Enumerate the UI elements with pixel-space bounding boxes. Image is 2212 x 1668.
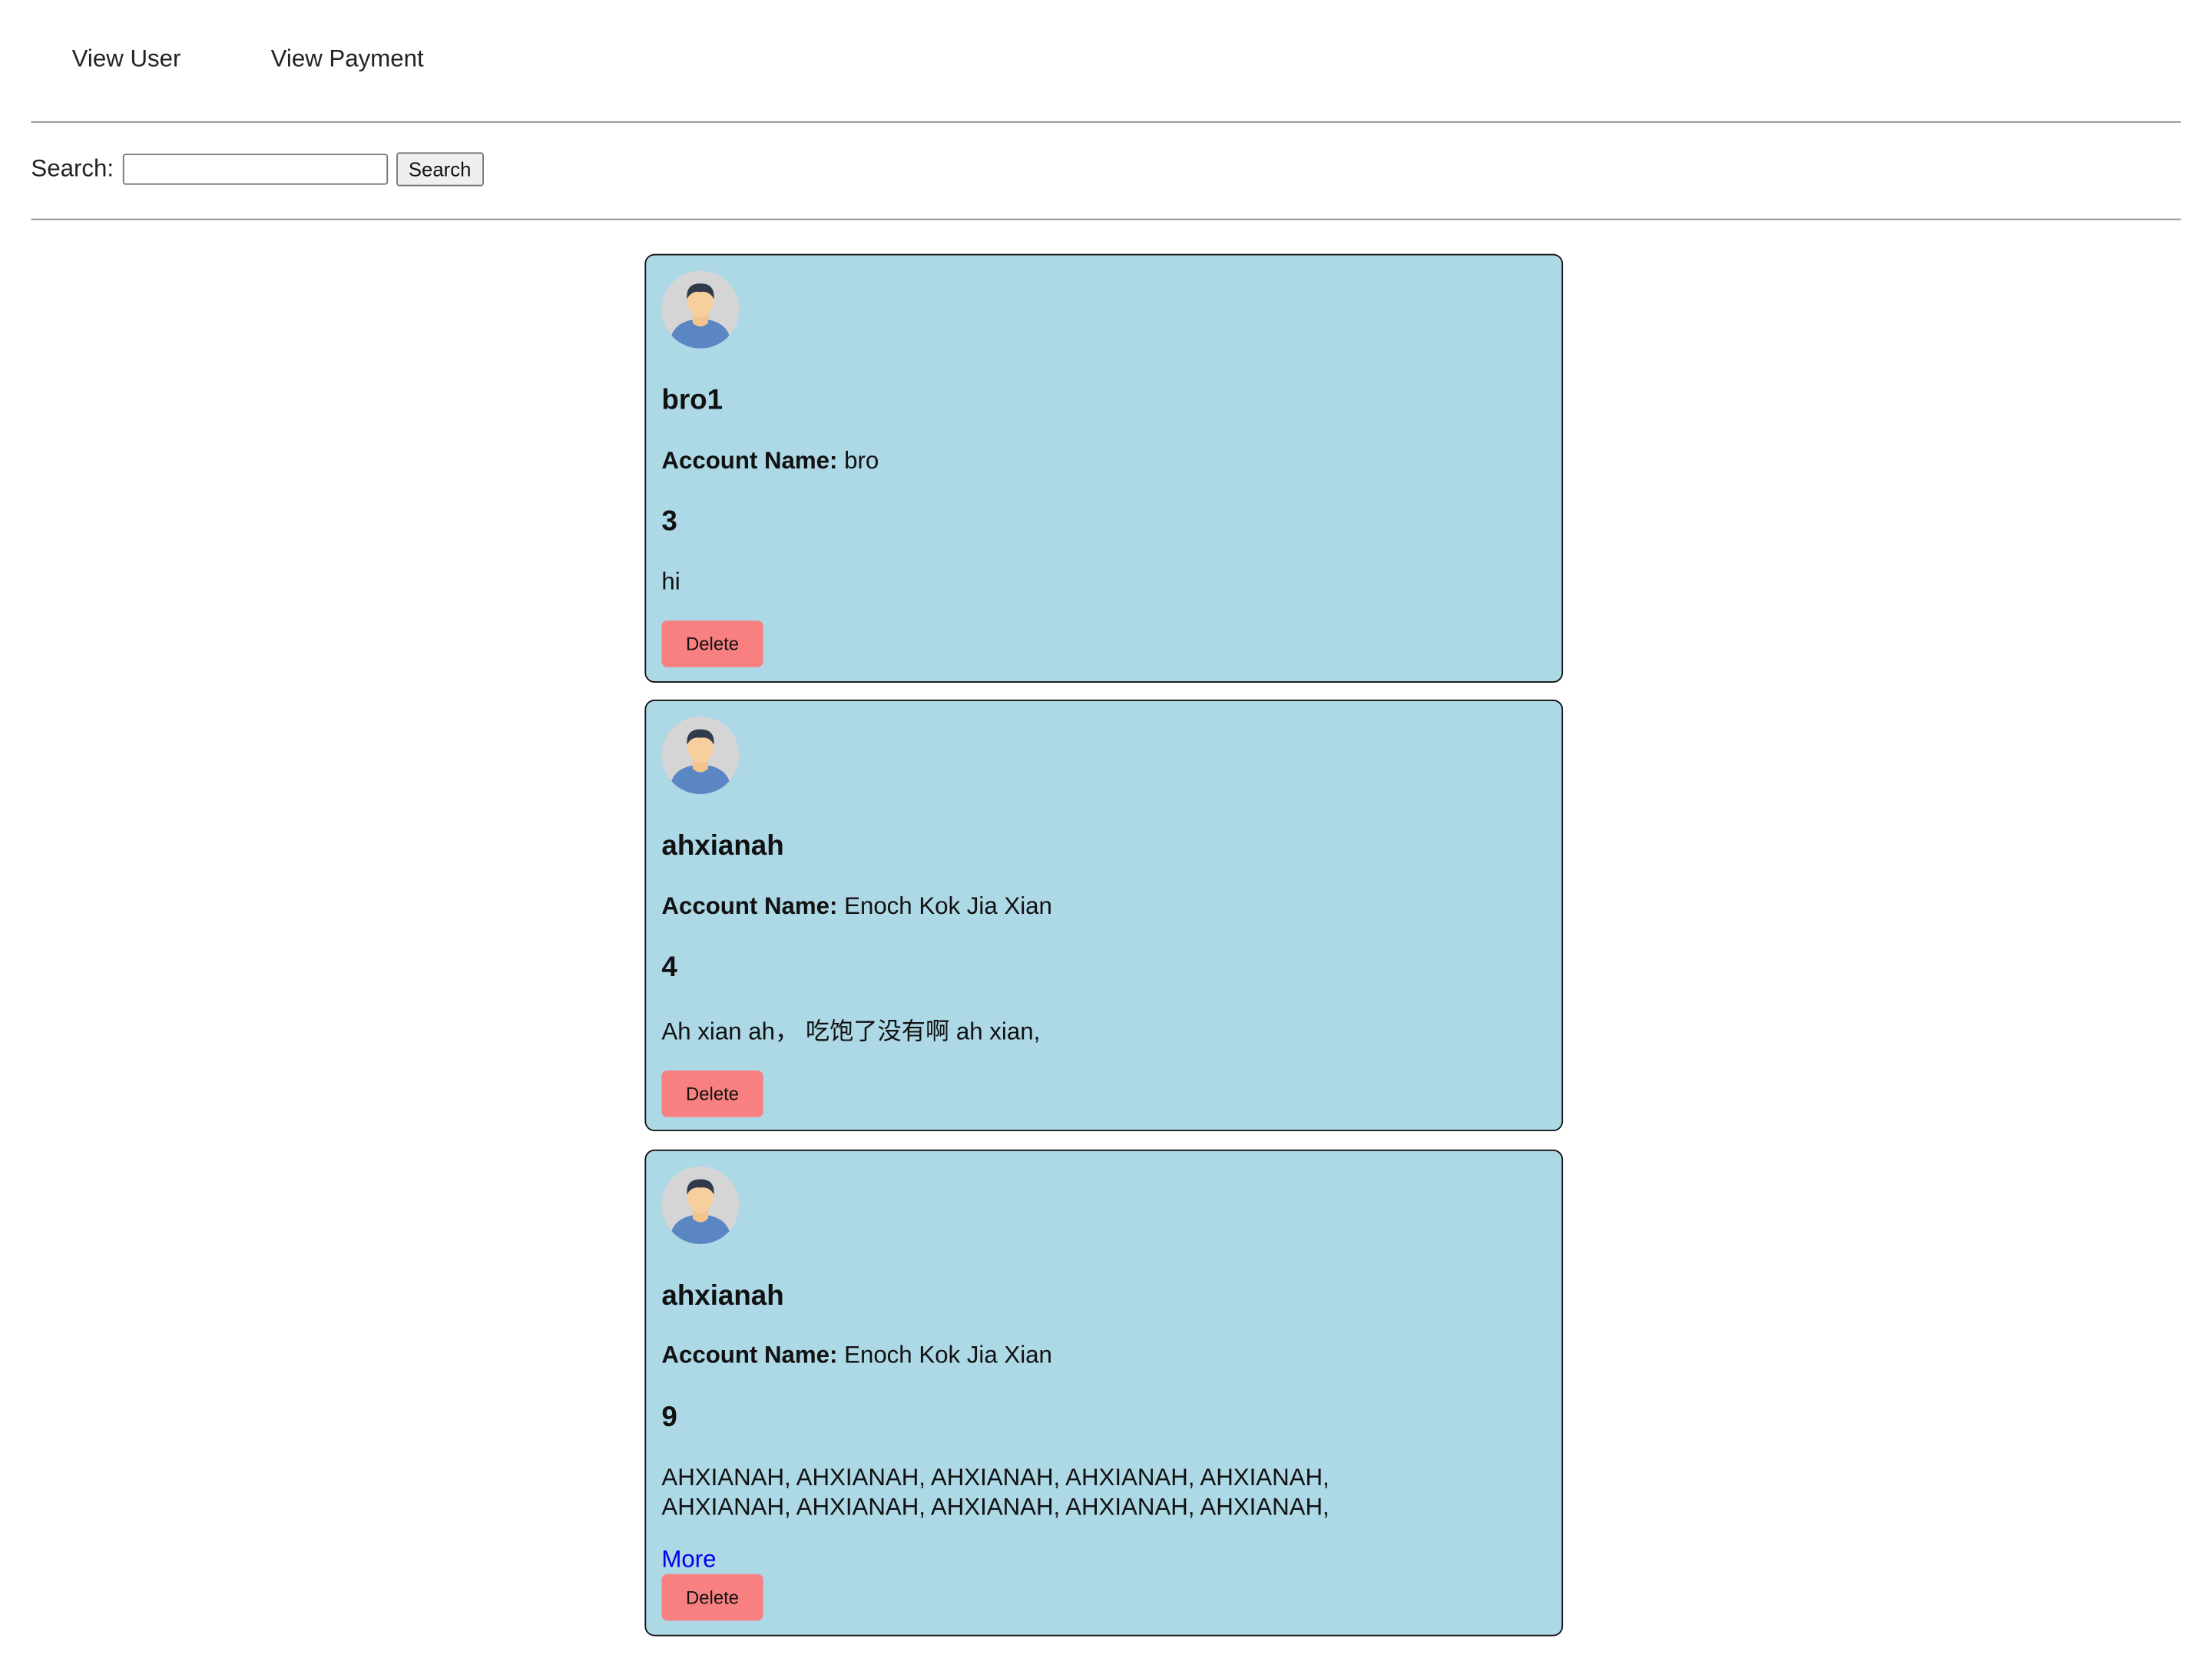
delete-button[interactable]: Delete — [661, 621, 763, 667]
review-card: ahxianah Account Name: Enoch Kok Jia Xia… — [644, 1149, 1564, 1637]
card-username: ahxianah — [661, 830, 784, 862]
card-message: AHXIANAH, AHXIANAH, AHXIANAH, AHXIANAH, … — [661, 1464, 1330, 1521]
search-button[interactable]: Search — [396, 152, 484, 187]
account-name-value: bro — [844, 447, 879, 475]
more-link[interactable]: More — [661, 1546, 716, 1574]
card-number: 3 — [661, 506, 677, 538]
account-name-label: Account Name: — [661, 1341, 838, 1368]
divider-top — [31, 121, 2181, 123]
card-number: 4 — [661, 951, 677, 984]
search-label: Search: — [31, 155, 114, 182]
card-account-name: Account Name: bro — [661, 447, 879, 475]
delete-button[interactable]: Delete — [661, 1071, 763, 1117]
card-username: bro1 — [661, 385, 724, 416]
card-number: 9 — [661, 1402, 677, 1434]
review-card: ahxianah Account Name: Enoch Kok Jia Xia… — [644, 700, 1564, 1132]
view-payment-link[interactable]: View Payment — [271, 45, 424, 74]
card-username: ahxianah — [661, 1280, 784, 1312]
card-account-name: Account Name: Enoch Kok Jia Xian — [661, 1342, 1051, 1370]
view-user-link[interactable]: View User — [72, 45, 181, 74]
top-nav: View User View Payment — [0, 0, 2212, 121]
account-name-value: Enoch Kok Jia Xian — [844, 1341, 1052, 1368]
card-account-name: Account Name: Enoch Kok Jia Xian — [661, 893, 1051, 922]
delete-button[interactable]: Delete — [661, 1574, 763, 1621]
account-name-label: Account Name: — [661, 447, 838, 475]
search-bar: Search: Search — [31, 152, 484, 187]
divider-bottom — [31, 218, 2181, 220]
card-message: Ah xian ah， 吃饱了没有啊 ah xian, — [661, 1018, 1041, 1045]
avatar-icon — [661, 717, 740, 795]
card-message: hi — [661, 568, 680, 596]
search-input[interactable] — [122, 154, 388, 185]
account-name-label: Account Name: — [661, 892, 838, 920]
avatar-icon — [661, 1166, 740, 1244]
page: View User View Payment Search: Search br… — [0, 0, 2212, 1668]
account-name-value: Enoch Kok Jia Xian — [844, 892, 1052, 920]
review-card: bro1 Account Name: bro 3 hi Delete — [644, 253, 1564, 683]
avatar-icon — [661, 270, 740, 349]
